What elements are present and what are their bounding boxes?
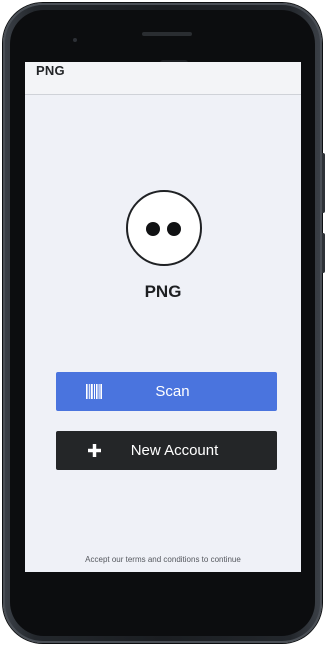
front-camera [73,38,77,42]
plus-icon [88,444,101,457]
logo-left-eye [146,222,160,236]
scan-button[interactable]: Scan [56,372,277,411]
earpiece-speaker [142,32,192,36]
barcode-icon [86,384,102,399]
app-screen: PNG PNG Scan New Account Accept our term… [25,62,301,572]
app-logo [126,190,202,266]
terms-notice[interactable]: Accept our terms and conditions to conti… [25,555,301,564]
logo-right-eye [167,222,181,236]
bottom-bezel [25,572,301,618]
new-account-button[interactable]: New Account [56,431,277,470]
app-name-title: PNG [144,282,182,301]
app-header-title: PNG [36,63,65,78]
app-header: PNG [25,62,301,95]
